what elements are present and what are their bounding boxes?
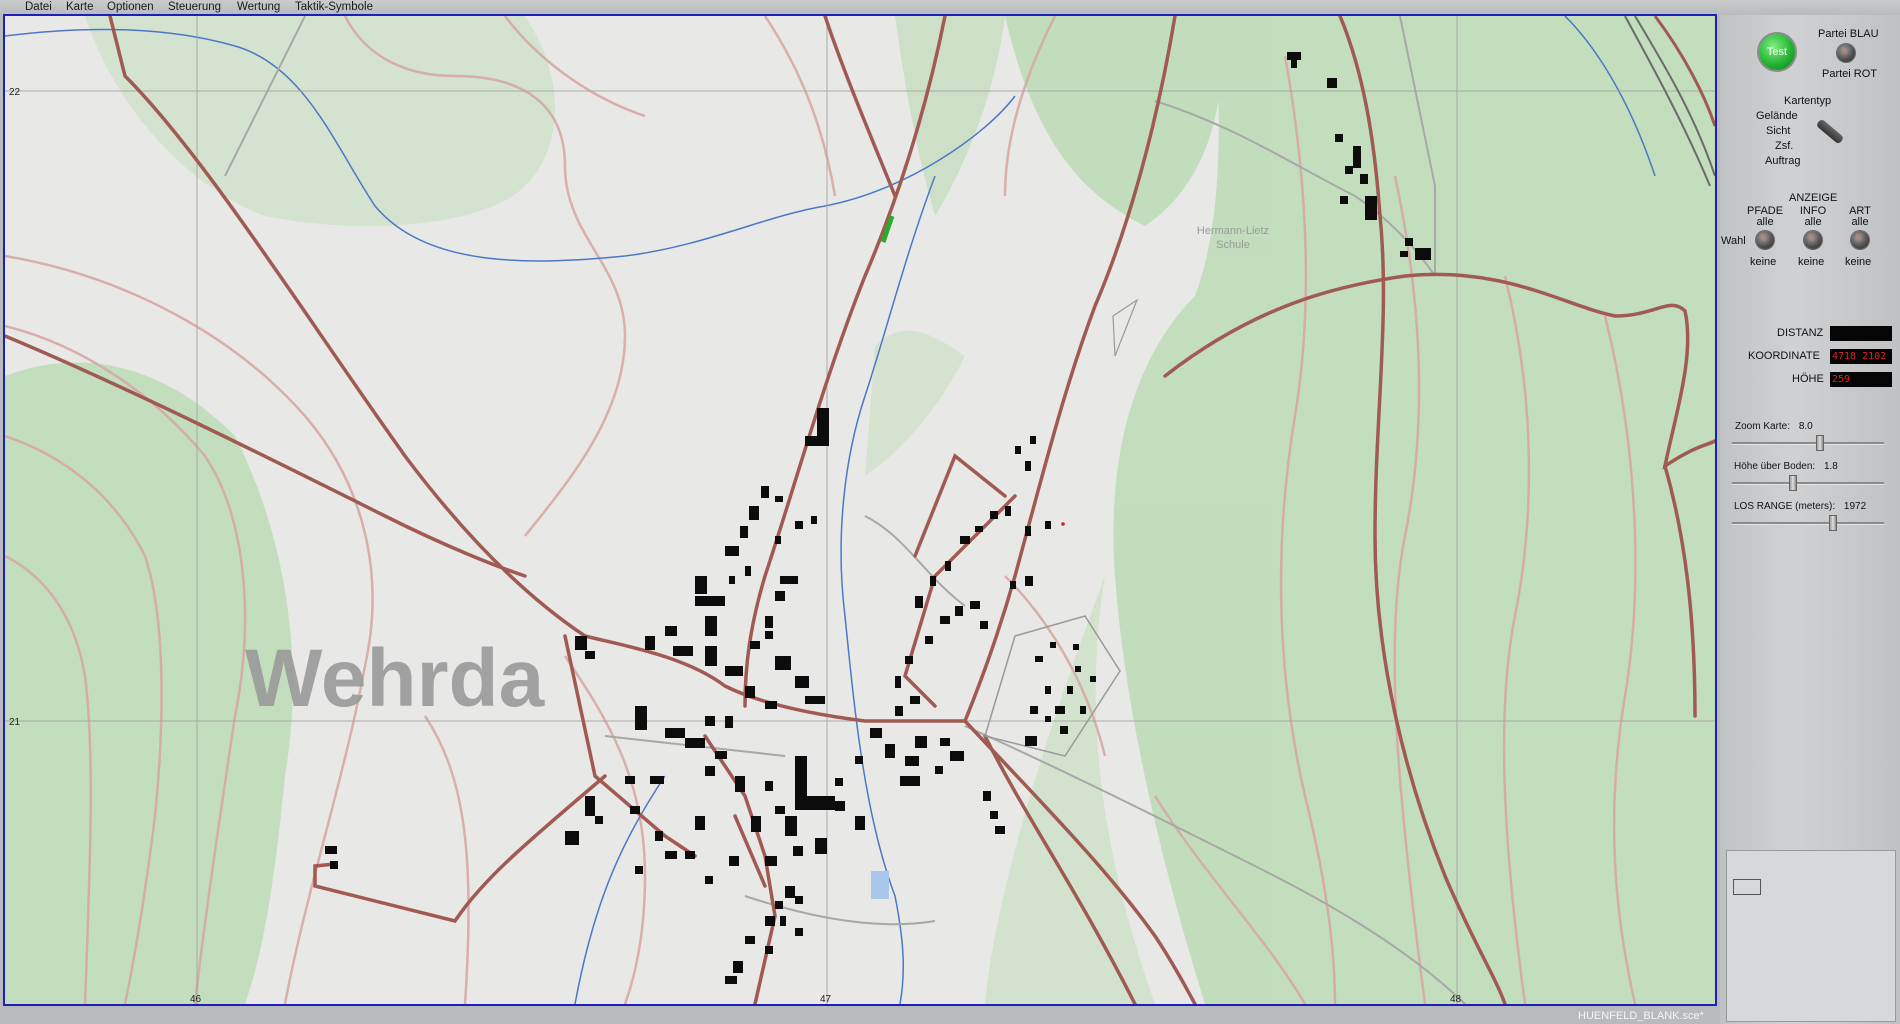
pfade-alle-label: alle [1756, 216, 1774, 228]
hoehe-slider-thumb[interactable] [1789, 475, 1797, 491]
scenario-file-label: HUENFELD_BLANK.sce* [1578, 1010, 1704, 1022]
info-knob[interactable] [1804, 231, 1822, 249]
zoom-slider-caption: Zoom Karte: 8.0 [1735, 421, 1813, 432]
zoom-value: 8.0 [1798, 421, 1813, 432]
control-panel: Test Partei BLAU Partei ROT Kartentyp Ge… [1720, 15, 1900, 1024]
art-keine-label: keine [1845, 256, 1872, 268]
grid-label-48: 48 [1450, 994, 1462, 1004]
koordinate-readout: 4718 2102 [1830, 349, 1892, 364]
partei-rot-label: Partei ROT [1822, 68, 1878, 80]
menu-steuerung[interactable]: Steuerung [168, 0, 221, 15]
los-slider-caption: LOS RANGE (meters): 1972 [1734, 501, 1866, 512]
hoehe-label: HÖHE [1792, 373, 1824, 385]
art-knob[interactable] [1851, 231, 1869, 249]
menu-wertung[interactable]: Wertung [237, 0, 280, 15]
kartentyp-option-auftrag[interactable]: Auftrag [1765, 155, 1800, 167]
zoom-slider[interactable] [1732, 442, 1884, 445]
hoehe-slider-caption: Höhe über Boden: 1.8 [1734, 461, 1838, 472]
grid-label-47: 47 [820, 994, 832, 1004]
koordinate-label: KOORDINATE [1748, 350, 1820, 362]
kartentyp-lever[interactable] [1815, 118, 1845, 145]
kartentyp-title: Kartentyp [1784, 95, 1832, 107]
menu-datei[interactable]: Datei [25, 0, 52, 15]
hoehe-ueber-boden-value: 1.8 [1823, 461, 1838, 472]
menu-taktik-symbole[interactable]: Taktik-Symbole [295, 0, 373, 15]
status-bar: HUENFELD_BLANK.sce* [0, 1006, 1720, 1024]
zoom-label: Zoom Karte: [1735, 421, 1791, 432]
school-label-line2: Schule [1216, 239, 1250, 251]
pfade-header: PFADE alle [1747, 206, 1783, 228]
info-keine-label: keine [1798, 256, 1825, 268]
menu-optionen[interactable]: Optionen [107, 0, 154, 15]
hoehe-readout: 259 [1830, 372, 1892, 387]
pfade-knob[interactable] [1756, 231, 1774, 249]
info-alle-label: alle [1804, 216, 1822, 228]
partei-blau-label: Partei BLAU [1818, 28, 1879, 40]
grid-label-46: 46 [190, 994, 202, 1004]
grid-label-22: 22 [9, 87, 21, 98]
map-view[interactable]: 22 21 46 47 48 Wehrda Hermann-Lietz Schu… [3, 14, 1717, 1006]
info-box [1726, 850, 1896, 1022]
distanz-label: DISTANZ [1777, 327, 1824, 339]
wahl-label: Wahl [1721, 235, 1746, 247]
pfade-keine-label: keine [1750, 256, 1777, 268]
los-range-label: LOS RANGE (meters): [1734, 501, 1836, 512]
pond [871, 871, 889, 899]
school-label-line1: Hermann-Lietz [1197, 225, 1269, 237]
kartentyp-option-gelaende[interactable]: Gelände [1756, 110, 1798, 122]
topographic-map[interactable]: 22 21 46 47 48 Wehrda Hermann-Lietz Schu… [5, 16, 1715, 1004]
symbol-preview [1733, 879, 1761, 895]
los-slider-thumb[interactable] [1829, 515, 1837, 531]
kartentyp-option-zsf[interactable]: Zsf. [1775, 140, 1793, 152]
anzeige-title: ANZEIGE [1789, 192, 1838, 204]
test-button[interactable]: Test [1759, 34, 1795, 70]
kartentyp-option-sicht[interactable]: Sicht [1766, 125, 1790, 137]
hoehe-slider[interactable] [1732, 482, 1884, 485]
info-header: INFO alle [1795, 206, 1831, 228]
art-header: ART alle [1842, 206, 1878, 228]
town-name-label: Wehrda [245, 633, 546, 724]
art-alle-label: alle [1851, 216, 1869, 228]
menu-bar: Datei Karte Optionen Steuerung Wertung T… [0, 0, 1900, 15]
partei-selector-knob[interactable] [1837, 44, 1855, 62]
los-range-value: 1972 [1843, 501, 1867, 512]
position-marker [1061, 522, 1065, 526]
distanz-readout [1830, 326, 1892, 341]
menu-karte[interactable]: Karte [66, 0, 94, 15]
zoom-slider-thumb[interactable] [1816, 435, 1824, 451]
los-slider[interactable] [1732, 522, 1884, 525]
hoehe-ueber-boden-label: Höhe über Boden: [1734, 461, 1816, 472]
grid-label-21: 21 [9, 717, 21, 728]
